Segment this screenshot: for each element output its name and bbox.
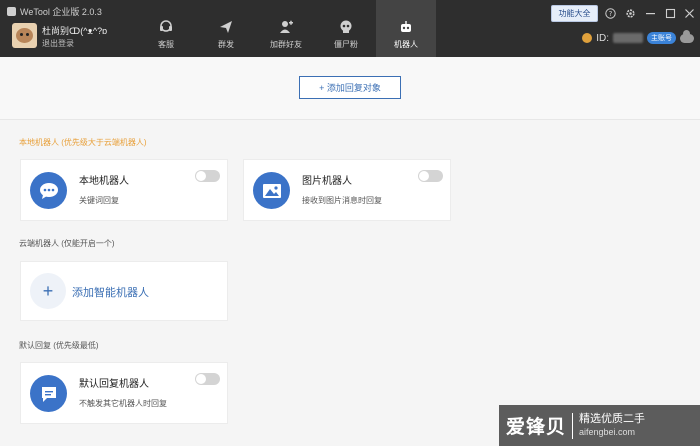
app-title: WeTool 企业版 2.0.3 <box>7 5 102 18</box>
card-title: 默认回复机器人 <box>79 379 149 390</box>
close-icon[interactable] <box>683 7 695 19</box>
add-friend-icon <box>280 20 293 33</box>
add-smart-robot-card[interactable]: + 添加智能机器人 <box>21 262 227 320</box>
nav-label: 僵尸粉 <box>334 40 358 49</box>
default-robot-toggle[interactable] <box>195 373 220 385</box>
card-desc: 关键词回复 <box>79 196 119 205</box>
main-nav: 客服 群发 加群好友 僵尸粉 机器人 <box>136 0 436 57</box>
card-desc: 接收到图片消息时回复 <box>302 196 382 205</box>
robot-icon <box>401 21 411 32</box>
add-reply-target-button[interactable]: + 添加回复对象 <box>299 76 401 99</box>
card-title: 图片机器人 <box>302 176 352 187</box>
watermark-url: aifengbei.com <box>579 426 636 437</box>
divider <box>0 119 700 120</box>
nav-label: 群发 <box>218 40 234 49</box>
nav-label: 加群好友 <box>270 40 302 49</box>
settings-gear-icon[interactable] <box>624 7 636 19</box>
logout-link[interactable]: 退出登录 <box>42 38 74 49</box>
chat-bubble-icon <box>30 172 67 209</box>
watermark-side: 精选优质二手 aifengbei.com <box>579 413 645 439</box>
section-title-default: 默认回复 (优先级最低) <box>19 341 99 350</box>
default-robot-card[interactable]: 默认回复机器人 不触发其它机器人时回复 <box>21 363 227 423</box>
nav-item-mass-send[interactable]: 群发 <box>196 0 256 57</box>
skull-icon <box>340 20 352 33</box>
card-desc: 不触发其它机器人时回复 <box>79 399 167 408</box>
cloud-icon[interactable] <box>680 29 694 43</box>
paper-plane-icon <box>220 21 232 33</box>
image-robot-toggle[interactable] <box>418 170 443 182</box>
id-value-redacted <box>613 33 643 43</box>
section-title-cloud: 云端机器人 (仅能开启一个) <box>19 239 115 248</box>
nav-label: 机器人 <box>394 40 418 49</box>
nav-item-zombie-fans[interactable]: 僵尸粉 <box>316 0 376 57</box>
plus-icon: + <box>30 273 66 309</box>
svg-text:?: ? <box>608 10 612 18</box>
id-label: ID: <box>596 32 609 44</box>
user-name: 杜尚别ↀ(^ᴥ^?ɒ <box>42 26 108 36</box>
nav-item-add-group-friends[interactable]: 加群好友 <box>256 0 316 57</box>
message-icon <box>30 375 67 412</box>
nav-label: 客服 <box>158 40 174 49</box>
local-robot-card[interactable]: 本地机器人 关键词回复 <box>21 160 227 220</box>
local-robot-toggle[interactable] <box>195 170 220 182</box>
app-logo-icon <box>7 7 16 16</box>
avatar[interactable] <box>12 23 37 48</box>
nav-item-robot[interactable]: 机器人 <box>376 0 436 57</box>
add-smart-robot-label: 添加智能机器人 <box>72 287 149 299</box>
image-robot-card[interactable]: 图片机器人 接收到图片消息时回复 <box>244 160 450 220</box>
watermark-divider <box>572 412 574 439</box>
card-title: 本地机器人 <box>79 176 129 187</box>
maximize-icon[interactable] <box>664 7 676 19</box>
account-id-row: ID: 主账号 <box>582 29 694 44</box>
add-target-area: + 添加回复对象 <box>0 57 700 119</box>
feature-list-button[interactable]: 功能大全 <box>551 5 598 22</box>
help-icon[interactable]: ? <box>604 7 616 19</box>
account-badge: 主账号 <box>647 32 676 44</box>
nav-item-customer-service[interactable]: 客服 <box>136 0 196 57</box>
headset-icon <box>160 20 172 32</box>
minimize-icon[interactable] <box>644 7 656 19</box>
watermark-brand: 爱锋贝 <box>506 417 567 438</box>
watermark-line1: 精选优质二手 <box>579 412 646 425</box>
watermark: 爱锋贝 精选优质二手 aifengbei.com <box>499 405 700 446</box>
app-title-text: WeTool 企业版 2.0.3 <box>20 7 102 17</box>
avatar-emoji-icon <box>582 33 593 43</box>
title-bar: WeTool 企业版 2.0.3 杜尚别ↀ(^ᴥ^?ɒ 退出登录 客服 群发 加… <box>0 0 700 57</box>
section-title-local: 本地机器人 (优先级大于云端机器人) <box>19 138 147 147</box>
image-icon <box>253 172 290 209</box>
